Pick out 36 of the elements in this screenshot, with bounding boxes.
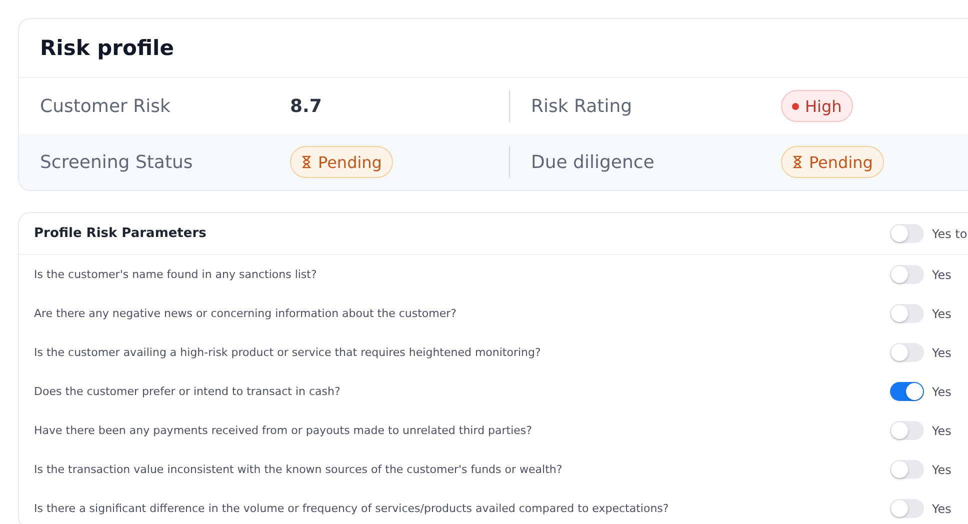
question-text: Is the customer's name found in any sanctions list? xyxy=(34,268,318,281)
question-text: Is there a significant difference in the volume or frequency of services/products availed compared to expectations? xyxy=(34,502,670,515)
toggle-switch[interactable] xyxy=(890,224,924,243)
toggle-switch[interactable] xyxy=(890,382,924,401)
question-text: Does the customer prefer or intend to transact in cash? xyxy=(34,385,342,398)
toggle-switch[interactable] xyxy=(890,460,924,479)
toggle-label: Yes xyxy=(932,502,952,516)
status-badge: Pending xyxy=(780,146,884,178)
toggle-label: Yes xyxy=(932,306,952,320)
toggle-label: Yes xyxy=(932,462,952,476)
card-title: Risk profile xyxy=(40,36,174,60)
toggle-label: Yes xyxy=(932,384,952,398)
toggle-label: Yes to xyxy=(932,226,968,240)
toggle-switch[interactable] xyxy=(890,343,924,362)
toggle-label: Yes xyxy=(932,424,952,438)
toggle-switch[interactable] xyxy=(890,421,924,440)
toggle-label: Yes xyxy=(932,268,952,282)
toggle-switch[interactable] xyxy=(890,304,924,323)
toggle-switch[interactable] xyxy=(890,265,924,284)
status-badge: Pending xyxy=(290,146,393,178)
question-text: Have there been any payments received from or payouts made to unrelated third parties? xyxy=(34,424,534,437)
toggle-switch[interactable] xyxy=(890,499,924,518)
status-badge: High xyxy=(780,90,853,122)
field-label: Risk Rating xyxy=(530,96,634,116)
hourglass-icon xyxy=(792,155,803,169)
toggle-label: Yes xyxy=(932,346,952,360)
question-text: Is the transaction value inconsistent with the known sources of the customer's funds or wealth? xyxy=(34,463,564,476)
question-text: Are there any negative news or concerning information about the customer? xyxy=(34,307,458,320)
field-value: 8.7 xyxy=(290,96,322,116)
hourglass-icon xyxy=(301,155,312,169)
question-text: Is the customer availing a high-risk product or service that requires heightened monitoring? xyxy=(34,346,542,359)
dot-icon xyxy=(792,102,799,110)
field-label: Due diligence xyxy=(530,152,656,172)
field-label: Screening Status xyxy=(40,152,194,172)
section-title: Profile Risk Parameters xyxy=(34,226,208,241)
field-label: Customer Risk xyxy=(40,96,172,116)
